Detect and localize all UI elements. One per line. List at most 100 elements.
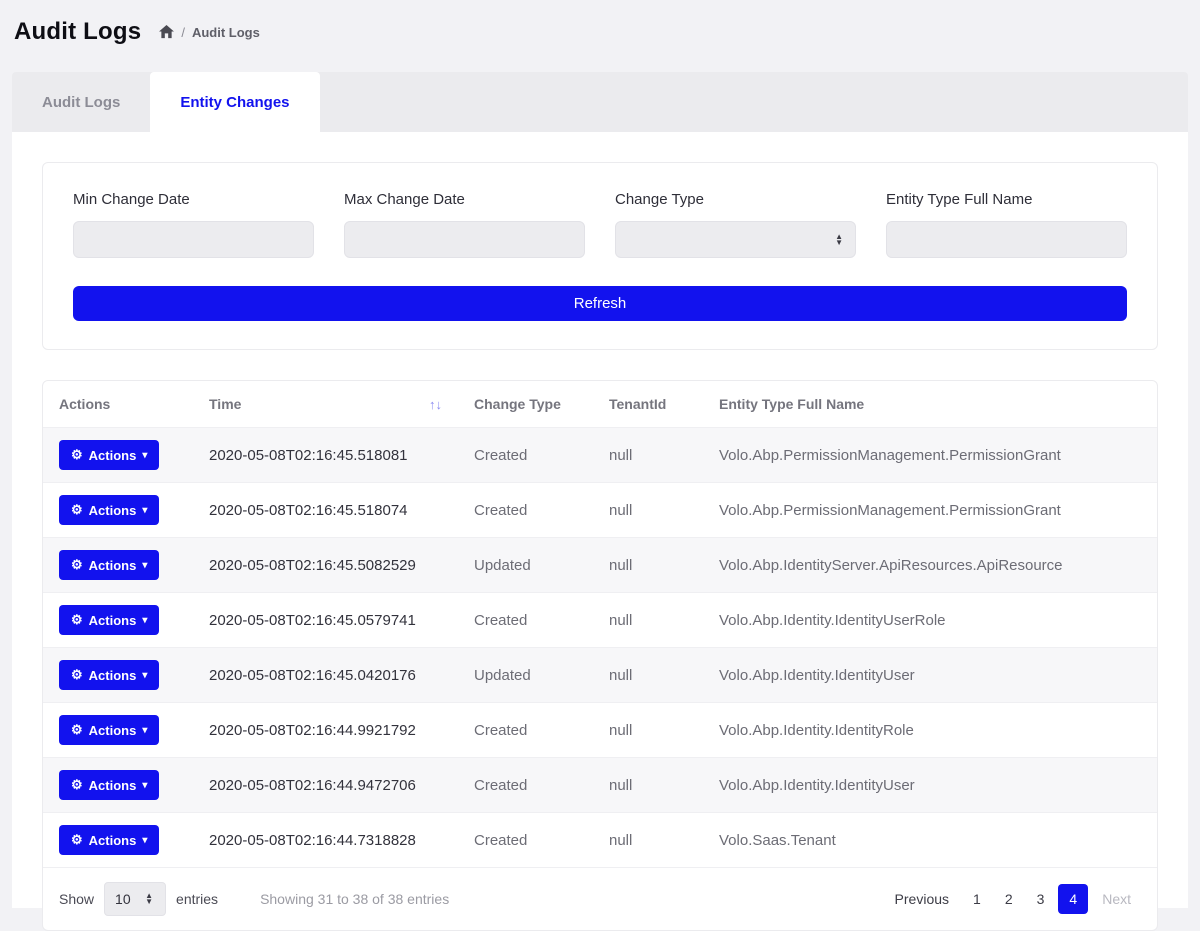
column-header-change-type: Change Type [458,381,593,428]
cell-time: 2020-05-08T02:16:44.9472706 [193,758,458,813]
filter-grid: Min Change Date Max Change Date Change T… [73,191,1127,258]
cell-entity-type: Volo.Saas.Tenant [703,813,1157,868]
cell-tenant-id: null [593,703,703,758]
tab-audit-logs[interactable]: Audit Logs [12,72,150,132]
table-row: ⚙Actions▾ 2020-05-08T02:16:45.518081 Cre… [43,428,1157,483]
max-change-date-label: Max Change Date [344,191,585,208]
cell-entity-type: Volo.Abp.Identity.IdentityUser [703,648,1157,703]
caret-down-icon: ▾ [142,835,147,846]
column-header-time[interactable]: Time ↑↓ [193,381,458,428]
cell-change-type: Updated [458,648,593,703]
column-header-actions: Actions [43,381,193,428]
sort-icon[interactable]: ↑↓ [429,397,442,412]
pagination-page-3[interactable]: 3 [1027,884,1055,914]
cell-time: 2020-05-08T02:16:45.0579741 [193,593,458,648]
pagination-page-1[interactable]: 1 [963,884,991,914]
show-label: Show [59,891,94,907]
page-header: Audit Logs / Audit Logs [0,0,1200,60]
tab-strip: Audit Logs Entity Changes [12,72,1188,132]
cell-change-type: Created [458,813,593,868]
gear-icon: ⚙ [71,667,83,683]
cell-tenant-id: null [593,428,703,483]
change-type-select[interactable]: ▲▼ [615,221,856,258]
page-title: Audit Logs [14,18,141,46]
cell-time: 2020-05-08T02:16:44.7318828 [193,813,458,868]
refresh-button[interactable]: Refresh [73,286,1127,321]
breadcrumb: / Audit Logs [159,25,260,40]
pagination-page-4[interactable]: 4 [1058,884,1088,914]
page-size-select[interactable]: 10 ▲▼ [104,882,166,916]
caret-down-icon: ▾ [142,615,147,626]
page-size-group: Show 10 ▲▼ entries [59,882,218,916]
content-card: Min Change Date Max Change Date Change T… [12,132,1188,908]
pagination-previous[interactable]: Previous [885,884,959,914]
cell-change-type: Created [458,428,593,483]
cell-tenant-id: null [593,483,703,538]
cell-change-type: Created [458,593,593,648]
cell-change-type: Created [458,483,593,538]
entity-changes-table: Actions Time ↑↓ Change Type TenantId Ent… [43,381,1157,868]
min-change-date-label: Min Change Date [73,191,314,208]
pagination-next[interactable]: Next [1092,884,1141,914]
cell-change-type: Created [458,703,593,758]
row-actions-button[interactable]: ⚙Actions▾ [59,495,159,525]
max-change-date-input[interactable] [344,221,585,258]
table-row: ⚙Actions▾ 2020-05-08T02:16:45.518074 Cre… [43,483,1157,538]
caret-down-icon: ▾ [142,505,147,516]
select-updown-icon: ▲▼ [835,234,843,246]
cell-time: 2020-05-08T02:16:44.9921792 [193,703,458,758]
cell-tenant-id: null [593,813,703,868]
row-actions-button[interactable]: ⚙Actions▾ [59,715,159,745]
row-actions-button[interactable]: ⚙Actions▾ [59,825,159,855]
table-row: ⚙Actions▾ 2020-05-08T02:16:44.9472706 Cr… [43,758,1157,813]
cell-time: 2020-05-08T02:16:45.5082529 [193,538,458,593]
entries-info: Showing 31 to 38 of 38 entries [260,891,449,907]
select-updown-icon: ▲▼ [145,893,153,905]
pagination: Previous 1 2 3 4 Next [885,884,1141,914]
cell-entity-type: Volo.Abp.PermissionManagement.Permission… [703,483,1157,538]
cell-entity-type: Volo.Abp.PermissionManagement.Permission… [703,428,1157,483]
filter-min-change-date: Min Change Date [73,191,314,258]
cell-entity-type: Volo.Abp.Identity.IdentityUserRole [703,593,1157,648]
entries-label: entries [176,891,218,907]
row-actions-button[interactable]: ⚙Actions▾ [59,770,159,800]
cell-tenant-id: null [593,593,703,648]
caret-down-icon: ▾ [142,780,147,791]
caret-down-icon: ▾ [142,560,147,571]
gear-icon: ⚙ [71,722,83,738]
gear-icon: ⚙ [71,832,83,848]
pagination-page-2[interactable]: 2 [995,884,1023,914]
column-header-tenant-id: TenantId [593,381,703,428]
row-actions-button[interactable]: ⚙Actions▾ [59,550,159,580]
cell-time: 2020-05-08T02:16:45.518074 [193,483,458,538]
table-header-row: Actions Time ↑↓ Change Type TenantId Ent… [43,381,1157,428]
gear-icon: ⚙ [71,777,83,793]
filter-entity-type: Entity Type Full Name [886,191,1127,258]
breadcrumb-separator: / [181,25,185,40]
cell-entity-type: Volo.Abp.Identity.IdentityUser [703,758,1157,813]
change-type-label: Change Type [615,191,856,208]
cell-tenant-id: null [593,758,703,813]
caret-down-icon: ▾ [142,670,147,681]
page-size-value: 10 [115,891,131,907]
table-row: ⚙Actions▾ 2020-05-08T02:16:45.5082529 Up… [43,538,1157,593]
filter-max-change-date: Max Change Date [344,191,585,258]
row-actions-button[interactable]: ⚙Actions▾ [59,660,159,690]
caret-down-icon: ▾ [142,450,147,461]
entity-type-input[interactable] [886,221,1127,258]
table-row: ⚙Actions▾ 2020-05-08T02:16:45.0579741 Cr… [43,593,1157,648]
cell-change-type: Created [458,758,593,813]
breadcrumb-current: Audit Logs [192,25,260,40]
cell-time: 2020-05-08T02:16:45.0420176 [193,648,458,703]
filter-card: Min Change Date Max Change Date Change T… [42,162,1158,350]
home-icon[interactable] [159,25,174,39]
table-row: ⚙Actions▾ 2020-05-08T02:16:44.9921792 Cr… [43,703,1157,758]
gear-icon: ⚙ [71,502,83,518]
gear-icon: ⚙ [71,447,83,463]
row-actions-button[interactable]: ⚙Actions▾ [59,440,159,470]
cell-time: 2020-05-08T02:16:45.518081 [193,428,458,483]
min-change-date-input[interactable] [73,221,314,258]
tab-entity-changes[interactable]: Entity Changes [150,72,319,132]
row-actions-button[interactable]: ⚙Actions▾ [59,605,159,635]
table-footer: Show 10 ▲▼ entries Showing 31 to 38 of 3… [43,868,1157,930]
